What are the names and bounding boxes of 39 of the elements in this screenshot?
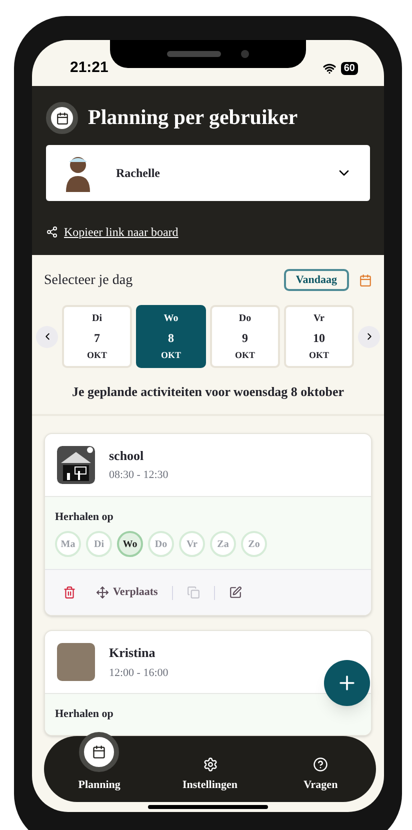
- activity-time: 12:00 - 16:00: [109, 666, 168, 680]
- section-title: Selecteer je dag: [44, 272, 133, 290]
- activities-heading: Je geplande activiteiten voor woensdag 8 oktober: [70, 383, 346, 401]
- school-pictogram-drawing: [57, 446, 95, 484]
- photo-placeholder: [57, 643, 95, 681]
- edit-icon[interactable]: [228, 586, 242, 599]
- calendar-icon: [46, 102, 78, 134]
- status-time: 21:21: [70, 58, 108, 78]
- share-link[interactable]: Kopieer link naar board: [64, 223, 178, 241]
- day-tab[interactable]: Do 9 OKT: [210, 305, 280, 368]
- help-icon: [313, 757, 328, 772]
- calendar-icon[interactable]: [359, 274, 372, 286]
- today-button[interactable]: Vandaag: [284, 269, 349, 291]
- copy-icon[interactable]: [186, 586, 200, 599]
- nav-tab[interactable]: Vragen: [265, 757, 376, 792]
- activity-name: school: [109, 446, 145, 464]
- user-name: Rachelle: [116, 165, 160, 182]
- share-icon: [46, 226, 58, 238]
- page-title: Planning per gebruiker: [88, 104, 298, 132]
- settings-icon: [202, 757, 218, 772]
- avatar-silhouette-icon: [64, 154, 92, 192]
- activity-name: Kristina: [109, 644, 156, 662]
- repeat-label: Herhalen op: [55, 510, 114, 524]
- wifi-icon: [322, 62, 336, 74]
- delete-icon[interactable]: [63, 586, 76, 599]
- day-tab[interactable]: Di 7 OKT: [62, 305, 132, 368]
- nav-tab[interactable]: Planning: [44, 732, 155, 792]
- nav-tab[interactable]: Instellingen: [154, 757, 266, 792]
- day-tab[interactable]: Vr 10 OKT: [284, 305, 354, 368]
- previous-day-button[interactable]: [36, 326, 58, 348]
- move-arrows-icon: [96, 586, 109, 599]
- battery-indicator: 60: [340, 62, 358, 74]
- next-day-button[interactable]: [358, 326, 380, 348]
- activity-time: 08:30 - 12:30: [109, 468, 168, 483]
- user-dropdown[interactable]: Rachelle: [46, 145, 370, 201]
- move-button[interactable]: Verplaats: [96, 584, 158, 601]
- repeat-day-toggle[interactable]: Wo: [117, 531, 143, 557]
- day-tab[interactable]: Wo 8 OKT: [136, 305, 206, 368]
- repeat-label: Herhalen op: [55, 707, 114, 722]
